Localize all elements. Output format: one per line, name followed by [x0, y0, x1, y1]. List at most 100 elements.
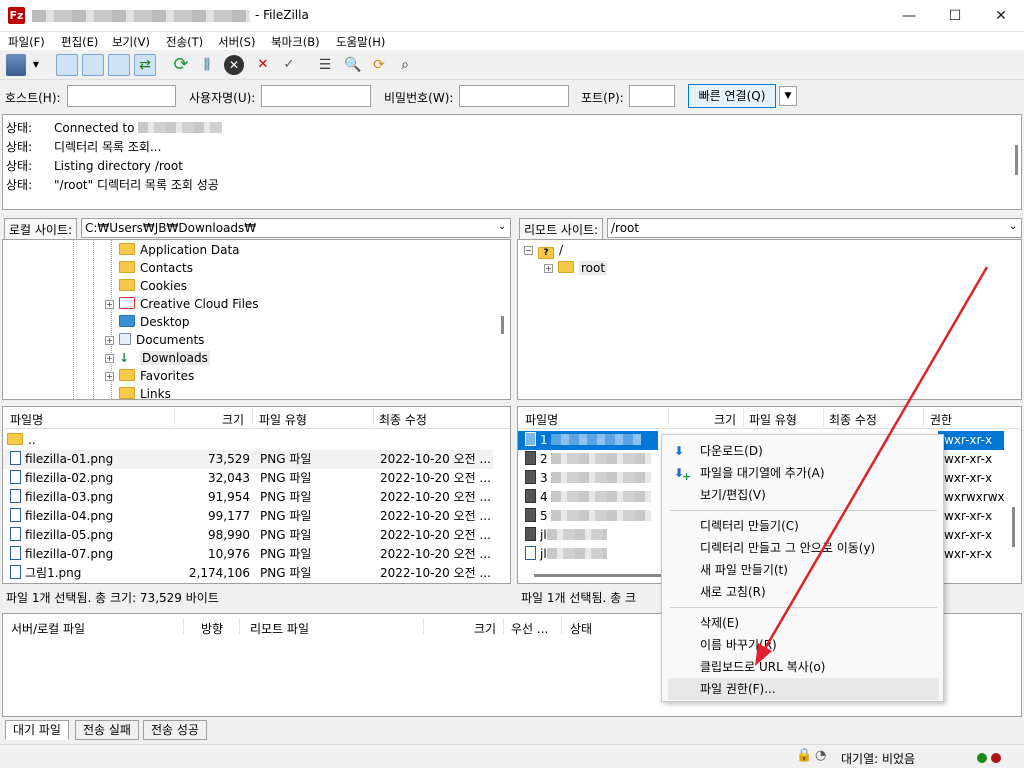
tree-item[interactable]: + Documents	[105, 331, 204, 349]
minimize-button[interactable]: —	[886, 0, 932, 32]
menu-edit[interactable]: 편집(E)	[61, 34, 98, 50]
tree-item[interactable]: + Creative Cloud Files	[105, 295, 259, 313]
remote-file-row[interactable]: jl	[525, 526, 607, 545]
site-manager-dropdown-icon[interactable]: ▼	[30, 54, 42, 76]
remote-vscrollbar[interactable]	[1012, 507, 1015, 547]
menu-rename[interactable]: 이름 바꾸기(R)	[668, 634, 939, 656]
col-filename[interactable]: 파일명	[10, 411, 43, 428]
queue-col-server[interactable]: 서버/로컬 파일	[11, 620, 85, 637]
log-line: 상태: "/root" 디렉터리 목록 조회 성공	[6, 178, 219, 192]
host-input[interactable]	[67, 85, 176, 107]
file-row-selected[interactable]: filezilla-01.png 73,529 PNG 파일 2022-10-2…	[3, 450, 493, 469]
local-path-input[interactable]: C:₩Users₩JB₩Downloads₩	[81, 218, 511, 238]
quickconnect-history-dropdown-icon[interactable]: ▼	[779, 86, 797, 106]
toggle-queue-icon[interactable]: ⇄	[134, 54, 156, 76]
remote-file-row[interactable]: 3	[525, 469, 652, 488]
expand-icon: +	[105, 300, 114, 309]
refresh-icon[interactable]: ⟳	[170, 54, 192, 76]
col-type[interactable]: 파일 유형	[749, 411, 797, 428]
menu-help[interactable]: 도움말(H)	[336, 34, 385, 50]
menu-transfer[interactable]: 전송(T)	[166, 34, 203, 50]
menu-refresh[interactable]: 새로 고침(R)	[668, 581, 939, 603]
port-input[interactable]	[629, 85, 675, 107]
username-input[interactable]	[261, 85, 371, 107]
log-scrollbar[interactable]	[1015, 145, 1018, 175]
local-path-dropdown-icon[interactable]: ⌄	[498, 221, 506, 232]
menu-delete[interactable]: 삭제(E)	[668, 612, 939, 634]
log-line: 상태: Connected to	[6, 119, 223, 136]
close-button[interactable]: ✕	[978, 0, 1024, 32]
remote-file-row-selected[interactable]: 1	[518, 431, 658, 450]
tree-item[interactable]: Links	[119, 385, 171, 399]
tree-item[interactable]: Desktop	[119, 313, 190, 331]
menu-create-directory[interactable]: 디렉터리 만들기(C)	[668, 515, 939, 537]
col-modified[interactable]: 최종 수정	[379, 411, 427, 428]
disconnect-icon[interactable]: ✕	[252, 54, 274, 76]
file-row[interactable]: filezilla-03.png 91,954 PNG 파일 2022-10-2…	[3, 488, 493, 507]
tab-queued-files[interactable]: 대기 파일	[5, 720, 69, 740]
toggle-local-tree-icon[interactable]	[82, 54, 104, 76]
folder-icon	[119, 387, 135, 399]
file-row[interactable]: filezilla-05.png 98,990 PNG 파일 2022-10-2…	[3, 526, 493, 545]
col-size[interactable]: 크기	[222, 411, 244, 428]
remote-hscrollbar[interactable]	[534, 574, 664, 577]
tree-item[interactable]: Contacts	[119, 259, 193, 277]
compare-directories-icon[interactable]: 🔍	[342, 54, 364, 76]
tree-item-selected[interactable]: + ↓ Downloads	[105, 349, 210, 367]
tab-failed-transfers[interactable]: 전송 실패	[75, 720, 139, 740]
file-row[interactable]: filezilla-07.png 10,976 PNG 파일 2022-10-2…	[3, 545, 493, 564]
menu-create-directory-enter[interactable]: 디렉터리 만들고 그 안으로 이동(y)	[668, 537, 939, 559]
file-row-parent[interactable]: ..	[7, 431, 36, 450]
menu-file[interactable]: 파일(F)	[8, 34, 45, 50]
remote-file-row[interactable]: 4	[525, 488, 652, 507]
remote-path-dropdown-icon[interactable]: ⌄	[1009, 221, 1017, 232]
site-manager-icon[interactable]	[6, 54, 26, 76]
remote-file-row[interactable]: jl	[525, 545, 607, 564]
tree-item[interactable]: Application Data	[119, 241, 240, 259]
queue-col-remote[interactable]: 리모트 파일	[250, 620, 309, 637]
col-permissions[interactable]: 권한	[930, 411, 952, 428]
file-row[interactable]: 그림1.png 2,174,106 PNG 파일 2022-10-20 오전 .…	[3, 564, 493, 583]
queue-col-size[interactable]: 크기	[474, 620, 496, 637]
col-modified[interactable]: 최종 수정	[829, 411, 877, 428]
menu-add-to-queue[interactable]: ⬇ + 파일을 대기열에 추가(A)	[668, 462, 939, 484]
queue-col-status[interactable]: 상태	[570, 620, 592, 637]
tree-item[interactable]: + Favorites	[105, 367, 194, 385]
remote-file-row[interactable]: 5	[525, 507, 652, 526]
tab-successful-transfers[interactable]: 전송 성공	[143, 720, 207, 740]
col-size[interactable]: 크기	[714, 411, 736, 428]
menu-copy-url[interactable]: 클립보드로 URL 복사(o)	[668, 656, 939, 678]
menu-file-permissions[interactable]: 파일 권한(F)...	[668, 678, 939, 700]
toggle-remote-tree-icon[interactable]	[108, 54, 130, 76]
directory-listing-filters-icon[interactable]: ☰	[314, 54, 336, 76]
col-filename[interactable]: 파일명	[525, 411, 558, 428]
process-queue-icon[interactable]: ⫼	[196, 54, 218, 76]
maximize-button[interactable]: ☐	[932, 0, 978, 32]
quickconnect-button[interactable]: 빠른 연결(Q)	[688, 84, 776, 108]
remote-path-input[interactable]: /root	[607, 218, 1022, 238]
file-icon	[525, 546, 536, 560]
sync-browsing-icon[interactable]: ⟳	[368, 54, 390, 76]
file-row[interactable]: filezilla-02.png 32,043 PNG 파일 2022-10-2…	[3, 469, 493, 488]
menu-server[interactable]: 서버(S)	[218, 34, 255, 50]
col-type[interactable]: 파일 유형	[259, 411, 307, 428]
speed-limit-icon[interactable]: ◔	[815, 748, 826, 763]
password-input[interactable]	[459, 85, 569, 107]
search-files-icon[interactable]: ⌕	[394, 54, 416, 76]
toggle-log-icon[interactable]	[56, 54, 78, 76]
tree-root[interactable]: −? /	[524, 241, 563, 259]
menu-bookmarks[interactable]: 북마크(B)	[271, 34, 320, 50]
menu-create-file[interactable]: 새 파일 만들기(t)	[668, 559, 939, 581]
queue-col-direction[interactable]: 방향	[201, 620, 223, 637]
remote-file-row[interactable]: 2	[525, 450, 652, 469]
menu-view-edit[interactable]: 보기/편집(V)	[668, 484, 939, 506]
menu-download[interactable]: ⬇ 다운로드(D)	[668, 440, 939, 462]
queue-col-priority[interactable]: 우선 ...	[511, 620, 548, 637]
tree-item[interactable]: + root	[544, 259, 608, 277]
cancel-operation-icon[interactable]: ✕	[224, 55, 244, 75]
file-row[interactable]: filezilla-04.png 99,177 PNG 파일 2022-10-2…	[3, 507, 493, 526]
tree-item[interactable]: Cookies	[119, 277, 187, 295]
reconnect-icon[interactable]: ✓	[278, 54, 300, 76]
menu-view[interactable]: 보기(V)	[112, 34, 150, 50]
local-tree-scrollbar[interactable]	[501, 316, 504, 334]
